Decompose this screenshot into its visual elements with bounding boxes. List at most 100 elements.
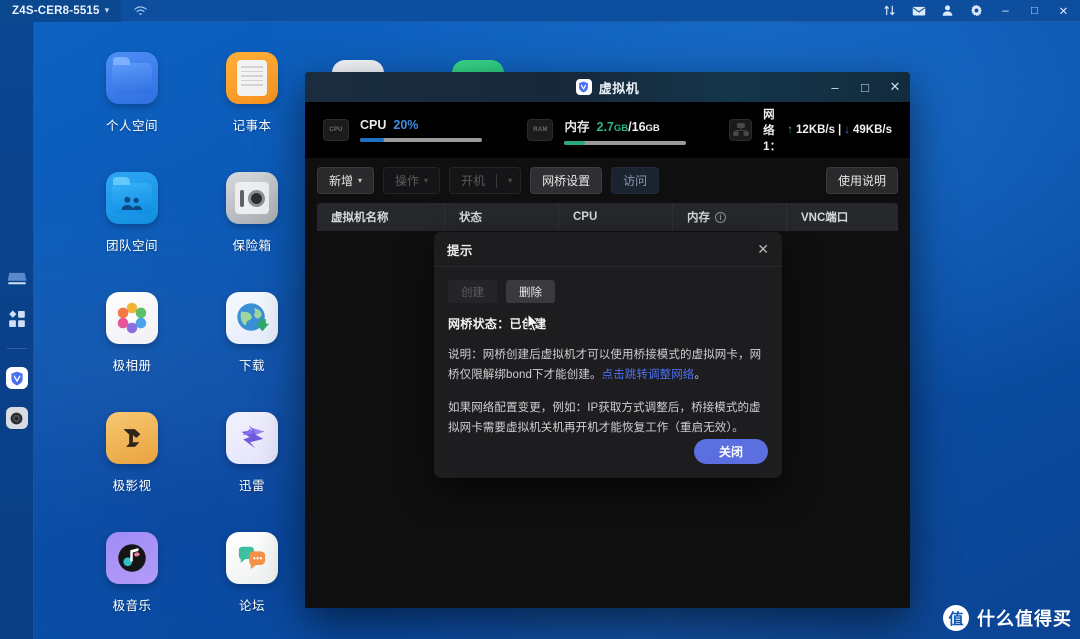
video-icon: [106, 412, 158, 464]
column-header-vnc-port[interactable]: VNC端口: [787, 203, 897, 231]
column-label: 内存: [687, 212, 710, 224]
create-bridge-button[interactable]: 创建: [448, 280, 497, 303]
column-label: VNC端口: [801, 212, 849, 224]
folder-personal-icon: [106, 52, 158, 104]
actions-button[interactable]: 操作 ▾: [383, 167, 441, 194]
mouse-cursor: [527, 312, 541, 338]
transfer-icon[interactable]: [875, 0, 904, 22]
vm-close-button[interactable]: ✕: [880, 72, 910, 102]
desktop-icon-label: 下载: [238, 359, 265, 373]
column-header-name[interactable]: 虚拟机名称: [317, 203, 445, 231]
desktop-icon-personal-space[interactable]: 个人空间: [72, 52, 192, 134]
network-down-arrow-icon: ↓: [844, 124, 850, 136]
cpu-stat: CPU CPU 20%: [323, 118, 482, 142]
music-icon: [106, 532, 158, 584]
access-label: 访问: [623, 174, 648, 188]
system-tray: – □ ✕: [875, 0, 1080, 22]
chevron-down-icon: ▾: [508, 176, 513, 185]
bridge-settings-button[interactable]: 网桥设置: [530, 167, 603, 194]
network-readout: 网络1： ↑ 12KB/s | ↓ 49KB/s: [763, 106, 892, 154]
mail-icon[interactable]: [904, 0, 933, 22]
memory-progress-bar: [564, 140, 687, 145]
dock-item-nas[interactable]: [4, 266, 30, 292]
dialog-footer: 关闭: [434, 439, 782, 478]
shield-icon: [575, 79, 592, 95]
dialog-body: 创建 删除 网桥状态：已创建 说明：网桥创建后虚拟机才可以使用桥接模式的虚拟网卡…: [434, 267, 782, 439]
dialog-close-button[interactable]: 关闭: [694, 439, 768, 464]
instructions-label: 使用说明: [837, 174, 886, 188]
maximize-button[interactable]: □: [1020, 0, 1049, 22]
shield-icon: [10, 371, 23, 385]
desktop-icon-download[interactable]: 下载: [192, 292, 312, 374]
desktop-icon-label: 迅雷: [238, 479, 265, 493]
dock-item-apps[interactable]: [4, 306, 30, 332]
minimize-button[interactable]: –: [991, 0, 1020, 22]
bridge-status-label: 网桥状态：: [448, 317, 510, 331]
desktop-icon-label: 极影视: [112, 479, 152, 493]
instructions-button[interactable]: 使用说明: [825, 167, 898, 194]
desktop-icon-label: 记事本: [232, 119, 272, 133]
memory-used-unit: GB: [613, 122, 629, 134]
hostname-menu[interactable]: Z4S-CER8-5515 ▾: [0, 0, 122, 22]
desktop-icon-music[interactable]: 极音乐: [72, 532, 192, 614]
column-header-memory[interactable]: 内存 i: [673, 203, 787, 231]
dock-item-virtual-machine[interactable]: [4, 365, 30, 391]
user-icon[interactable]: [933, 0, 962, 22]
desktop-icon-label: 个人空间: [105, 119, 158, 133]
gear-icon[interactable]: [962, 0, 991, 22]
memory-stat: RAM 内存 2.7GB/16GB: [527, 116, 687, 145]
hostname-label: Z4S-CER8-5515: [12, 4, 100, 17]
bridge-settings-label: 网桥设置: [542, 174, 591, 188]
memory-label: 内存: [564, 119, 590, 134]
vm-minimize-button[interactable]: –: [820, 72, 850, 102]
dock-divider: [6, 348, 27, 349]
desktop-icon-photos[interactable]: 极相册: [72, 292, 192, 374]
memory-used: 2.7: [596, 119, 614, 134]
close-button[interactable]: ✕: [1049, 0, 1078, 22]
access-button[interactable]: 访问: [611, 167, 660, 194]
dock-item-docker[interactable]: [4, 405, 30, 431]
column-label: 虚拟机名称: [331, 212, 389, 224]
power-on-button[interactable]: 开机 ▾: [449, 167, 522, 194]
safe-box-icon: [226, 172, 278, 224]
desktop-icon-team-space[interactable]: 团队空间: [72, 172, 192, 254]
adjust-network-link[interactable]: 点击跳转调整网络: [602, 369, 695, 381]
add-vm-button[interactable]: 新增 ▾: [317, 167, 375, 194]
vm-maximize-button[interactable]: □: [850, 72, 880, 102]
network-label: 网络1：: [763, 109, 782, 153]
wifi-icon[interactable]: [121, 0, 160, 22]
desktop-icon-thunder[interactable]: 迅雷: [192, 412, 312, 494]
network-down-value: 49KB/s: [853, 124, 892, 136]
network-icon: [729, 119, 753, 141]
network-separator: |: [838, 124, 842, 136]
network-up-arrow-icon: ↑: [787, 124, 794, 136]
dialog-header: 提示 ✕: [434, 232, 782, 267]
watermark-text: 什么值得买: [977, 609, 1072, 629]
dialog-close-icon[interactable]: ✕: [757, 242, 769, 256]
network-stat: 网络1： ↑ 12KB/s | ↓ 49KB/s: [729, 106, 892, 154]
actions-label: 操作: [395, 174, 420, 188]
desktop-icon-notepad[interactable]: 记事本: [192, 52, 312, 134]
vm-window-controls: – □ ✕: [820, 72, 910, 102]
vm-window-titlebar: 虚拟机 – □ ✕: [305, 72, 910, 102]
column-header-cpu[interactable]: CPU: [559, 203, 673, 231]
desktop-icon-forum[interactable]: 论坛: [192, 532, 312, 614]
bridge-action-buttons: 创建 删除: [448, 280, 768, 303]
system-topbar: Z4S-CER8-5515 ▾ – □ ✕: [0, 0, 1080, 22]
column-label: CPU: [573, 211, 598, 223]
dialog-title: 提示: [447, 243, 473, 258]
desktop-icon-video[interactable]: 极影视: [72, 412, 192, 494]
vm-toolbar: 新增 ▾ 操作 ▾ 开机 ▾ 网桥设置 访问 使用说明: [317, 167, 898, 194]
delete-bridge-button[interactable]: 删除: [506, 280, 555, 303]
cpu-value: 20%: [393, 118, 419, 132]
cpu-progress-bar: [360, 138, 482, 142]
cpu-label: CPU: [360, 118, 387, 132]
chevron-down-icon: ▾: [104, 5, 110, 15]
folder-team-icon: [106, 172, 158, 224]
network-up-value: 12KB/s: [796, 124, 836, 136]
info-icon[interactable]: i: [715, 211, 726, 223]
bridge-settings-dialog: 提示 ✕ 创建 删除 网桥状态：已创建 说明：网桥创建后虚拟机才可以使用桥接模式…: [434, 232, 782, 478]
desktop-icon-safe-box[interactable]: 保险箱: [192, 172, 312, 254]
column-header-status[interactable]: 状态: [445, 203, 559, 231]
column-label: 状态: [459, 212, 482, 224]
